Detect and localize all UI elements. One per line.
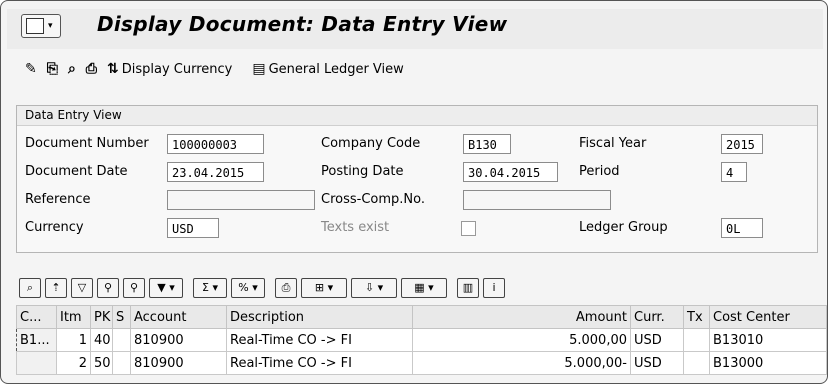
grid-toolbar: ⌕ ⇡ ▽ ⚲ ⚲ ▼ ▾ Σ ▾ % ▾ ⎙ ⊞ ▾ ⇩ ▾ ▦ ▾ ▥ i xyxy=(19,277,505,299)
cell-description[interactable]: Real-Time CO -> FI xyxy=(226,328,413,352)
period-field[interactable]: 4 xyxy=(721,162,747,182)
change-layout-icon[interactable]: ▦ ▾ xyxy=(401,278,447,298)
cell-tax[interactable] xyxy=(683,351,710,375)
column-header-account[interactable]: Account xyxy=(130,305,227,329)
data-entry-view-group: Data Entry View xyxy=(16,105,818,253)
posting-date-label: Posting Date xyxy=(321,164,404,179)
company-code-label: Company Code xyxy=(321,136,421,151)
system-menu-button[interactable]: ▾ xyxy=(21,14,61,38)
cell-special-gl[interactable] xyxy=(112,351,131,375)
column-header-posting-key[interactable]: PK xyxy=(90,305,113,329)
currency-label: Currency xyxy=(25,220,84,235)
reference-label: Reference xyxy=(25,192,91,207)
cell-posting-key[interactable]: 40 xyxy=(90,328,113,352)
sap-window: ▾ Display Document: Data Entry View ✎ ⎘ … xyxy=(0,0,828,384)
cell-posting-key[interactable]: 50 xyxy=(90,351,113,375)
dropdown-arrow-icon: ▾ xyxy=(48,21,53,31)
table-row[interactable]: 2 50 810900 Real-Time CO -> FI 5.000,00-… xyxy=(16,351,827,375)
find-icon[interactable]: ⚲ xyxy=(97,278,119,298)
display-currency-button[interactable]: ⇅ Display Currency xyxy=(107,61,232,77)
column-header-tax[interactable]: Tx xyxy=(683,305,710,329)
fiscal-year-label: Fiscal Year xyxy=(579,136,647,151)
column-header-description[interactable]: Description xyxy=(226,305,413,329)
document-date-label: Document Date xyxy=(25,164,128,179)
cell-special-gl[interactable] xyxy=(112,328,131,352)
fiscal-year-field[interactable]: 2015 xyxy=(721,134,763,154)
document-date-field[interactable]: 23.04.2015 xyxy=(167,162,264,182)
find-next-icon[interactable]: ⚲ xyxy=(123,278,145,298)
details-icon[interactable]: ⌕ xyxy=(19,278,41,298)
overview-icon[interactable]: ⌕ xyxy=(68,61,76,77)
print-preview-icon[interactable]: ⎙ xyxy=(275,278,297,298)
document-number-field[interactable]: 100000003 xyxy=(167,134,264,154)
column-header-amount[interactable]: Amount xyxy=(412,305,631,329)
graphic-icon[interactable]: ▥ xyxy=(457,278,479,298)
set-filter-icon[interactable]: ▼ ▾ xyxy=(149,278,183,298)
cell-description[interactable]: Real-Time CO -> FI xyxy=(226,351,413,375)
display-currency-label: Display Currency xyxy=(121,61,233,77)
ledger-view-icon: ▤ xyxy=(252,61,266,77)
table-row[interactable]: B1... 1 40 810900 Real-Time CO -> FI 5.0… xyxy=(16,328,827,352)
other-document-icon[interactable]: ⎘ xyxy=(47,61,58,77)
views-icon[interactable]: ⊞ ▾ xyxy=(301,278,347,298)
column-header-currency[interactable]: Curr. xyxy=(630,305,684,329)
currency-field[interactable]: USD xyxy=(167,218,219,238)
window-title: Display Document: Data Entry View xyxy=(97,12,508,36)
cell-amount[interactable]: 5.000,00- xyxy=(412,351,631,375)
cell-currency[interactable]: USD xyxy=(630,328,684,352)
cell-currency[interactable]: USD xyxy=(630,351,684,375)
cell-item[interactable]: 1 xyxy=(56,328,91,352)
cell-amount[interactable]: 5.000,00 xyxy=(412,328,631,352)
cross-comp-no-label: Cross-Comp.No. xyxy=(321,192,425,207)
texts-exist-checkbox[interactable] xyxy=(461,221,476,236)
document-number-label: Document Number xyxy=(25,136,149,151)
application-toolbar: ✎ ⎘ ⌕ ⎙ ⇅ Display Currency ▤ General Led… xyxy=(25,57,404,81)
cell-company-code[interactable] xyxy=(16,351,57,375)
cell-company-code[interactable]: B1... xyxy=(16,328,57,352)
grid-header-row: C... Itm PK S Account Description Amount… xyxy=(16,305,827,329)
filter-funnel-icon[interactable]: ▽ xyxy=(71,278,93,298)
cross-comp-no-field[interactable] xyxy=(463,190,611,210)
reference-field[interactable] xyxy=(167,190,315,210)
ledger-group-label: Ledger Group xyxy=(579,220,668,235)
column-header-company-code[interactable]: C... xyxy=(16,305,57,329)
print-icon[interactable]: ⎙ xyxy=(86,61,97,77)
column-header-cost-center[interactable]: Cost Center xyxy=(709,305,827,329)
column-header-special-gl[interactable]: S xyxy=(112,305,131,329)
information-icon[interactable]: i xyxy=(483,278,505,298)
cell-tax[interactable] xyxy=(683,328,710,352)
cell-cost-center[interactable]: B13010 xyxy=(709,328,827,352)
group-title: Data Entry View xyxy=(17,106,817,126)
sort-ascending-icon[interactable]: ⇡ xyxy=(45,278,67,298)
posting-date-field[interactable]: 30.04.2015 xyxy=(463,162,558,182)
general-ledger-view-label: General Ledger View xyxy=(268,61,404,77)
cell-account[interactable]: 810900 xyxy=(130,328,227,352)
cell-account[interactable]: 810900 xyxy=(130,351,227,375)
system-menu-icon xyxy=(26,18,44,34)
period-label: Period xyxy=(579,164,620,179)
cell-cost-center[interactable]: B13000 xyxy=(709,351,827,375)
texts-exist-label: Texts exist xyxy=(321,220,390,235)
currency-icon: ⇅ xyxy=(106,61,119,77)
column-header-item[interactable]: Itm xyxy=(56,305,91,329)
line-items-grid: C... Itm PK S Account Description Amount… xyxy=(16,305,827,375)
general-ledger-view-button[interactable]: ▤ General Ledger View xyxy=(252,61,403,77)
ledger-group-field[interactable]: 0L xyxy=(721,218,763,238)
company-code-field[interactable]: B130 xyxy=(463,134,511,154)
total-icon[interactable]: Σ ▾ xyxy=(193,278,227,298)
cell-item[interactable]: 2 xyxy=(56,351,91,375)
subtotal-icon[interactable]: % ▾ xyxy=(231,278,265,298)
change-display-icon[interactable]: ✎ xyxy=(25,61,37,77)
export-icon[interactable]: ⇩ ▾ xyxy=(351,278,397,298)
